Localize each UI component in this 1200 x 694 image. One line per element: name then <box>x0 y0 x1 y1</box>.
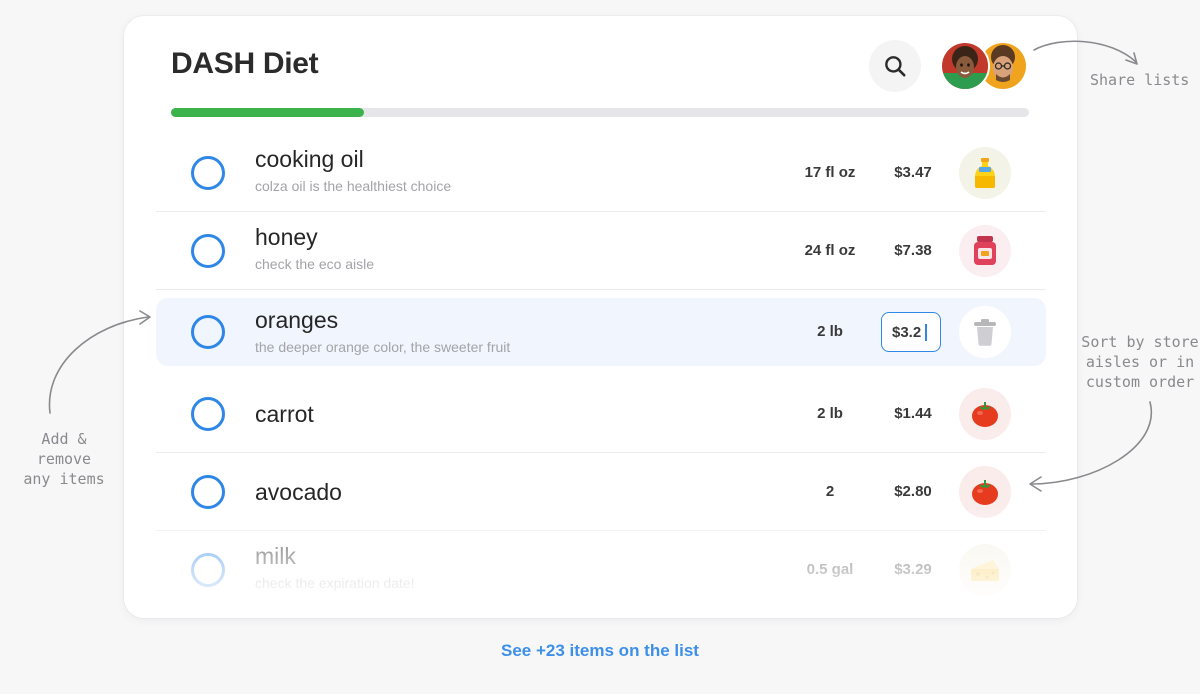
see-more-link[interactable]: See +23 items on the list <box>0 641 1200 661</box>
price-input[interactable] <box>881 312 941 352</box>
progress-bar <box>171 108 1029 117</box>
item-name: oranges <box>255 307 339 333</box>
annotation-arrow-share <box>1033 40 1138 65</box>
item-quantity[interactable]: 17 fl oz <box>781 164 879 181</box>
item-name: cooking oil <box>255 146 364 172</box>
item-quantity[interactable]: 2 <box>781 483 879 500</box>
text-caret <box>925 324 927 341</box>
tomato-icon <box>959 465 1011 518</box>
progress-fill <box>171 108 365 117</box>
item-list: cooking oil colza oil is the healthiest … <box>156 134 1046 609</box>
honey-jar-icon <box>959 224 1011 277</box>
search-icon <box>885 56 906 77</box>
checkbox[interactable] <box>191 155 225 190</box>
item-quantity[interactable]: 24 fl oz <box>781 242 879 259</box>
checkbox[interactable] <box>191 233 225 268</box>
list-item-selected[interactable]: oranges the deeper orange color, the swe… <box>156 298 1046 366</box>
item-note: the deeper orange color, the sweeter fru… <box>255 339 511 355</box>
item-name: avocado <box>255 479 342 505</box>
annotation-arrow-add-remove <box>48 310 151 414</box>
item-price[interactable]: $1.44 <box>881 405 945 422</box>
item-price[interactable]: $3.29 <box>881 561 945 578</box>
list-item[interactable]: honey check the eco aisle 24 fl oz $7.38 <box>156 212 1046 290</box>
search-button[interactable] <box>869 40 921 92</box>
item-note: colza oil is the healthiest choice <box>255 178 452 194</box>
checkbox[interactable] <box>191 396 225 431</box>
tomato-icon <box>959 387 1011 440</box>
avatar <box>940 41 990 91</box>
item-price[interactable]: $7.38 <box>881 242 945 259</box>
list-item[interactable]: avocado 2 $2.80 <box>156 453 1046 531</box>
checkbox[interactable] <box>191 474 225 509</box>
checkbox[interactable] <box>191 553 225 587</box>
item-name: honey <box>255 224 318 250</box>
oil-bottle-icon <box>959 146 1011 199</box>
item-note: check the expiration date! <box>255 575 415 591</box>
item-quantity[interactable]: 2 lb <box>781 405 879 422</box>
item-name: carrot <box>255 401 314 427</box>
item-quantity[interactable]: 2 lb <box>781 323 879 340</box>
delete-button[interactable] <box>959 306 1011 358</box>
list-item[interactable]: carrot 2 lb $1.44 <box>156 375 1046 453</box>
item-note: check the eco aisle <box>255 256 375 272</box>
cheese-icon <box>959 544 1011 596</box>
shared-users-avatars[interactable] <box>940 41 1030 91</box>
annotation-add-remove: Add & remove any items <box>23 430 105 488</box>
checkbox[interactable] <box>191 315 225 349</box>
item-name: milk <box>255 543 296 569</box>
shopping-list-card: DASH Diet cooking oil colza oil is the h… <box>124 16 1077 618</box>
list-title: DASH Diet <box>171 47 319 80</box>
item-price[interactable]: $3.47 <box>881 164 945 181</box>
item-price[interactable]: $2.80 <box>881 483 945 500</box>
annotation-sort: Sort by store aisles or in custom order <box>1081 333 1199 391</box>
list-item[interactable]: cooking oil colza oil is the healthiest … <box>156 134 1046 212</box>
item-quantity[interactable]: 0.5 gal <box>781 561 879 578</box>
annotation-arrow-sort <box>1029 401 1153 492</box>
list-item[interactable]: milk check the expiration date! 0.5 gal … <box>156 531 1046 609</box>
trash-icon <box>974 319 996 346</box>
